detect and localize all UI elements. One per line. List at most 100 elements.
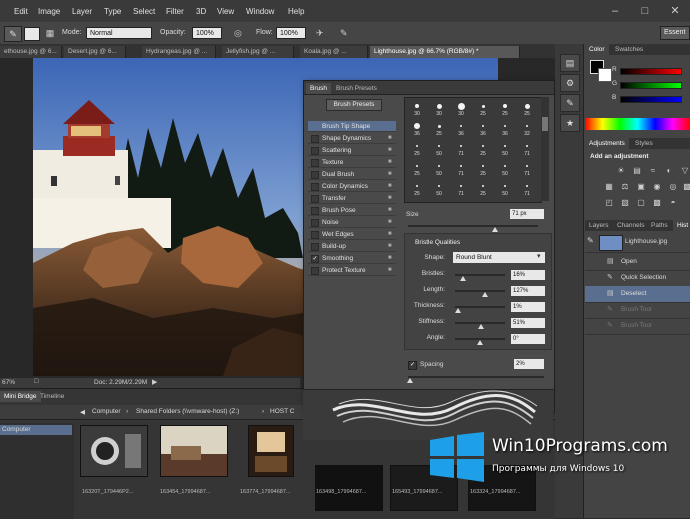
thumbnail-2[interactable] xyxy=(160,425,228,477)
thumbnail-4[interactable] xyxy=(315,465,383,511)
brush-tip-2-5[interactable] xyxy=(526,145,528,147)
spacing-checkbox[interactable]: ✓ xyxy=(408,361,417,370)
dual-brush-item[interactable]: Dual Brush ■ xyxy=(308,169,396,180)
brush-panel-icon[interactable]: ✎ xyxy=(560,94,580,112)
clone-source-icon[interactable]: ★ xyxy=(560,114,580,132)
hue-saturation-icon[interactable]: ▦ xyxy=(604,182,614,192)
brush-tip-3-5[interactable] xyxy=(526,165,528,167)
lock-icon[interactable]: ■ xyxy=(388,159,394,165)
brush-tip-4-2[interactable] xyxy=(460,185,462,187)
brush-tip-0-1[interactable] xyxy=(436,103,442,109)
posterize-icon[interactable]: ▧ xyxy=(620,198,630,208)
bristle-slider-knob[interactable] xyxy=(477,324,484,329)
brush-tip-0-2[interactable] xyxy=(457,102,465,110)
photo-filter-icon[interactable]: ◉ xyxy=(652,182,662,192)
lock-icon[interactable]: ■ xyxy=(388,171,394,177)
brush-tip-3-4[interactable] xyxy=(504,165,506,167)
menu-filter[interactable]: Filter xyxy=(166,7,184,16)
opacity-input[interactable]: 100% xyxy=(192,27,222,39)
tab-lighthouse-copy[interactable]: ethouse.jpg @ 6... xyxy=(0,46,62,58)
bristle-value-input[interactable]: 1% xyxy=(511,302,545,312)
menu-3d[interactable]: 3D xyxy=(196,7,206,16)
breadcrumb-host[interactable]: HOST C xyxy=(270,408,294,415)
tab-desert[interactable]: Desert.jpg @ 6... xyxy=(64,46,126,58)
texture-checkbox[interactable] xyxy=(311,159,319,167)
tab-history[interactable]: Hist xyxy=(673,220,690,231)
protect-texture-item[interactable]: Protect Texture ■ xyxy=(308,265,396,276)
blue-slider[interactable] xyxy=(620,96,682,103)
gradient-map-icon[interactable]: ▩ xyxy=(652,198,662,208)
brush-pose-item[interactable]: Brush Pose ■ xyxy=(308,205,396,216)
brush-tip-grid[interactable]: 30 30 30 25 25 25 36 25 36 36 36 32 25 50 71 25 50 71 25 50… xyxy=(404,97,542,203)
brush-tip-3-2[interactable] xyxy=(460,165,462,167)
brush-tip-shape-item[interactable]: Brush Tip Shape xyxy=(308,121,396,132)
history-state-quick-selection[interactable]: ✎ Quick Selection xyxy=(585,270,690,287)
brush-tip-1-5[interactable] xyxy=(526,125,528,127)
color-spectrum[interactable] xyxy=(585,118,690,130)
build-up-checkbox[interactable] xyxy=(311,243,319,251)
bristle-slider-knob[interactable] xyxy=(482,292,488,297)
brush-pose-checkbox[interactable] xyxy=(311,207,319,215)
brush-tip-0-4[interactable] xyxy=(503,104,507,108)
menu-view[interactable]: View xyxy=(217,7,234,16)
flow-input[interactable]: 100% xyxy=(276,27,306,39)
brush-tip-1-3[interactable] xyxy=(482,125,484,127)
brush-tool-icon[interactable]: ✎ xyxy=(4,26,22,42)
selective-color-icon[interactable]: ◓ xyxy=(668,198,678,208)
menu-help[interactable]: Help xyxy=(288,7,304,16)
brush-tip-4-4[interactable] xyxy=(504,185,506,187)
brush-panel-toggle-icon[interactable]: ▦ xyxy=(44,26,56,40)
zoom-level[interactable]: 67% xyxy=(2,379,15,386)
curves-icon[interactable]: ≈ xyxy=(648,166,658,176)
airbrush-icon[interactable]: ✈ xyxy=(316,27,328,39)
tab-lighthouse-active[interactable]: Lighthouse.jpg @ 66.7% (RGB/8#) * xyxy=(370,46,520,58)
tab-koala[interactable]: Koala.jpg @ ... xyxy=(300,46,368,58)
shape-dropdown-icon[interactable]: ▾ xyxy=(537,252,541,260)
bristle-slider-knob[interactable] xyxy=(454,308,461,313)
menu-edit[interactable]: Edit xyxy=(14,7,28,16)
tip-grid-scrollbar[interactable] xyxy=(541,97,549,201)
maximize-icon[interactable]: □ xyxy=(630,0,660,22)
brush-tip-4-1[interactable] xyxy=(438,185,440,187)
properties-panel-icon[interactable]: ⚙ xyxy=(560,74,580,92)
brush-tip-3-0[interactable] xyxy=(416,165,418,167)
history-state-deselect[interactable]: ▤ Deselect xyxy=(585,286,690,303)
tab-styles[interactable]: Styles xyxy=(631,138,657,149)
brush-tip-1-0[interactable] xyxy=(414,123,420,129)
pressure-opacity-icon[interactable]: ◎ xyxy=(234,27,246,39)
lock-icon[interactable]: ■ xyxy=(388,255,394,261)
tab-swatches[interactable]: Swatches xyxy=(611,44,647,55)
black-white-icon[interactable]: ▣ xyxy=(636,182,646,192)
lock-icon[interactable]: ■ xyxy=(388,267,394,273)
tab-brush-presets[interactable]: Brush Presets xyxy=(332,83,381,94)
size-slider-track[interactable] xyxy=(408,225,538,227)
tab-jellyfish[interactable]: Jellyfish.jpg @ ... xyxy=(222,46,294,58)
history-state-brush-2[interactable]: ✎ Brush Tool xyxy=(585,318,690,335)
bristle-slider-track[interactable] xyxy=(455,306,505,308)
brush-tip-2-2[interactable] xyxy=(460,145,462,147)
history-state-open[interactable]: ▤ Open xyxy=(585,254,690,271)
brightness-icon[interactable]: ☀ xyxy=(616,166,626,176)
channel-mixer-icon[interactable]: ◎ xyxy=(668,182,678,192)
color-lookup-icon[interactable]: ▩ xyxy=(682,182,690,192)
levels-icon[interactable]: ▤ xyxy=(632,166,642,176)
minimize-icon[interactable]: – xyxy=(600,0,630,22)
green-slider[interactable] xyxy=(620,82,682,89)
protect-texture-checkbox[interactable] xyxy=(311,267,319,275)
tab-mini-bridge[interactable]: Mini Bridge xyxy=(0,391,41,402)
build-up-item[interactable]: Build-up ■ xyxy=(308,241,396,252)
tab-hydrangeas[interactable]: Hydrangeas.jpg @ ... xyxy=(142,46,216,58)
bristle-slider-track[interactable] xyxy=(455,290,505,292)
lock-icon[interactable]: ■ xyxy=(388,219,394,225)
transfer-item[interactable]: Transfer ■ xyxy=(308,193,396,204)
bristle-slider-knob[interactable] xyxy=(477,340,483,345)
brush-tip-2-3[interactable] xyxy=(482,145,484,147)
menu-type[interactable]: Type xyxy=(104,7,121,16)
tab-layers[interactable]: Layers xyxy=(585,220,613,231)
background-color-swatch[interactable] xyxy=(598,68,612,82)
spacing-slider-knob[interactable] xyxy=(407,378,413,383)
noise-item[interactable]: Noise ■ xyxy=(308,217,396,228)
mode-select[interactable]: Normal xyxy=(86,27,152,39)
lock-icon[interactable]: ■ xyxy=(388,135,394,141)
vibrance-icon[interactable]: ▽ xyxy=(680,166,690,176)
